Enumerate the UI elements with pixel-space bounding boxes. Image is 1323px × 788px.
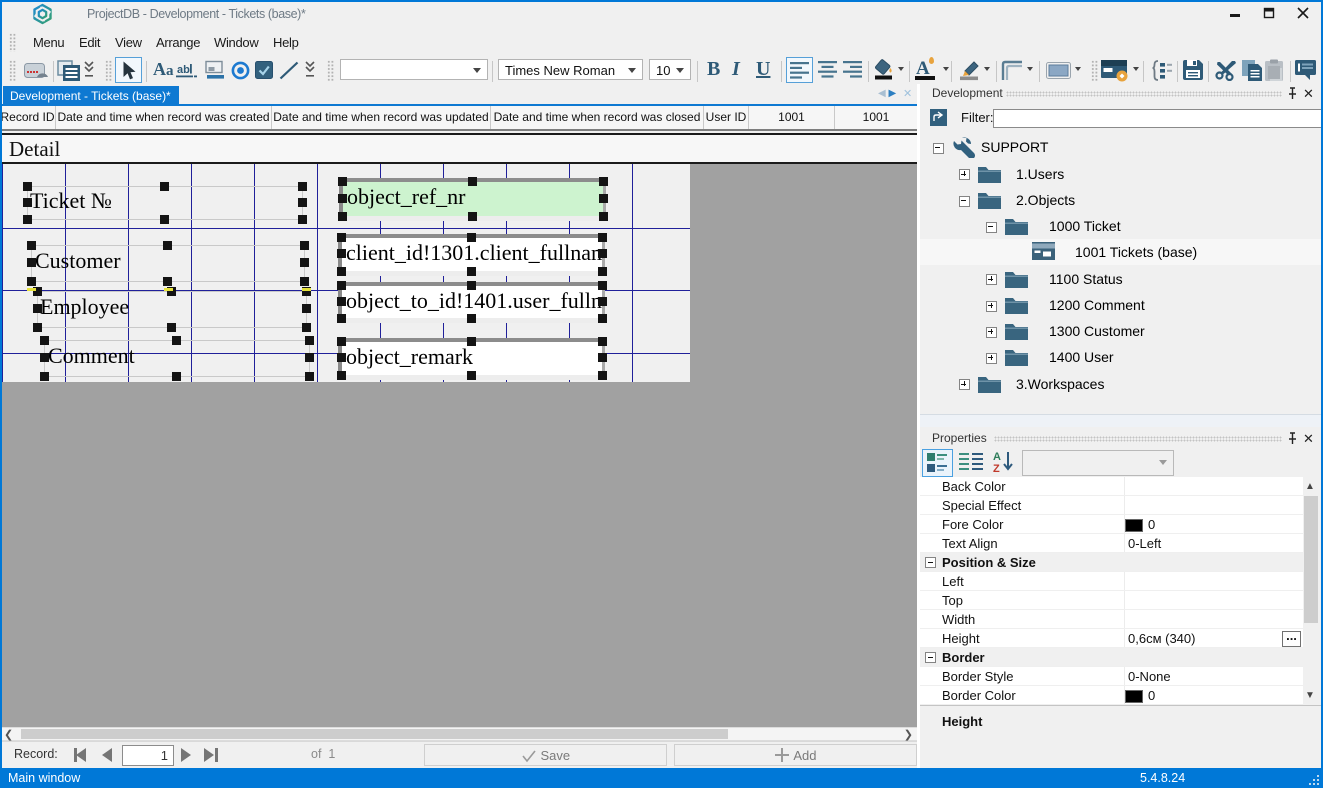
svg-text:Z: Z (993, 463, 1000, 474)
svg-text:ab: ab (177, 64, 190, 76)
svg-text:A: A (993, 451, 1001, 463)
